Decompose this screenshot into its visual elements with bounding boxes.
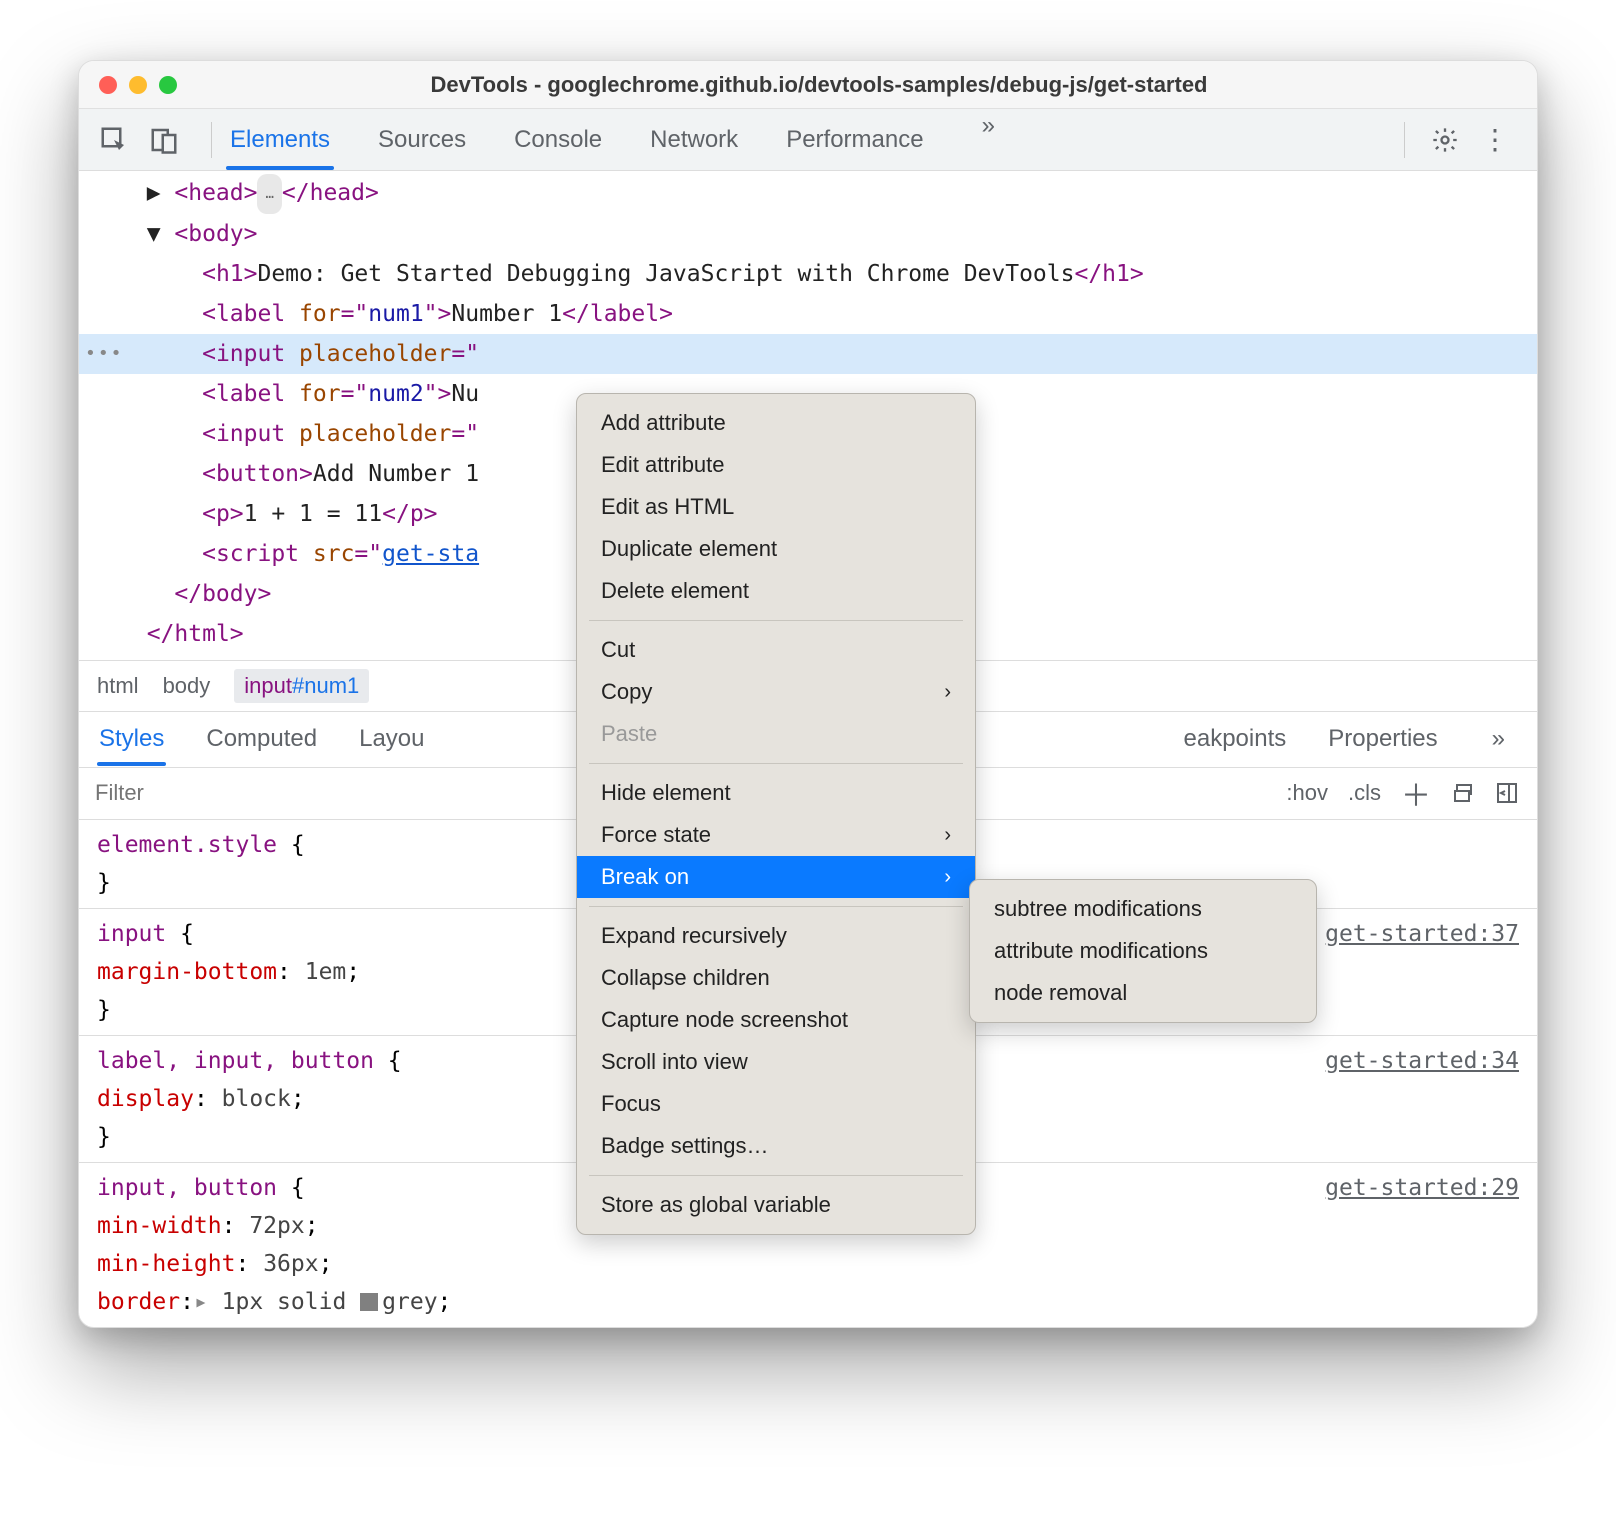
toolbar-separator-2 — [1404, 122, 1405, 158]
tab-console[interactable]: Console — [510, 112, 606, 168]
ctx-cut[interactable]: Cut — [577, 629, 975, 671]
ctx-separator — [589, 906, 963, 907]
ctx-expand[interactable]: Expand recursively — [577, 915, 975, 957]
more-options-icon[interactable]: ⋮ — [1471, 123, 1519, 156]
chevron-right-icon: › — [944, 866, 951, 889]
inspect-element-icon[interactable] — [97, 123, 131, 157]
tab-performance[interactable]: Performance — [782, 112, 927, 168]
dom-h1[interactable]: <h1>Demo: Get Started Debugging JavaScri… — [79, 254, 1537, 294]
ctx-store[interactable]: Store as global variable — [577, 1184, 975, 1226]
window-title: DevTools - googlechrome.github.io/devtoo… — [121, 72, 1517, 98]
ctx-separator — [589, 620, 963, 621]
ctx-separator — [589, 763, 963, 764]
chevron-right-icon: › — [944, 681, 951, 704]
ctx-focus[interactable]: Focus — [577, 1083, 975, 1125]
settings-icon[interactable] — [1431, 126, 1459, 154]
ctx-hide[interactable]: Hide element — [577, 772, 975, 814]
submenu-node-removal[interactable]: node removal — [970, 972, 1316, 1014]
more-subtabs-icon[interactable]: » — [1478, 725, 1519, 753]
breadcrumb-html[interactable]: html — [97, 673, 139, 699]
ctx-duplicate[interactable]: Duplicate element — [577, 528, 975, 570]
ctx-collapse[interactable]: Collapse children — [577, 957, 975, 999]
tab-elements[interactable]: Elements — [226, 112, 334, 168]
ctx-scroll[interactable]: Scroll into view — [577, 1041, 975, 1083]
titlebar: DevTools - googlechrome.github.io/devtoo… — [79, 61, 1537, 109]
breadcrumb-input[interactable]: input#num1 — [234, 669, 369, 703]
ctx-separator — [589, 1175, 963, 1176]
ctx-delete[interactable]: Delete element — [577, 570, 975, 612]
main-toolbar: Elements Sources Console Network Perform… — [79, 109, 1537, 171]
main-tabs: Elements Sources Console Network Perform… — [226, 112, 1390, 168]
dom-body-open[interactable]: ▼ <body> — [79, 214, 1537, 254]
ctx-paste: Paste — [577, 713, 975, 755]
ctx-edit-as-html[interactable]: Edit as HTML — [577, 486, 975, 528]
break-on-submenu: subtree modifications attribute modifica… — [969, 879, 1317, 1023]
breadcrumb-body[interactable]: body — [163, 673, 211, 699]
source-link[interactable]: get-started:37 — [1325, 915, 1519, 953]
dom-head[interactable]: ▶ <head>…</head> — [79, 173, 1537, 214]
toolbar-separator — [211, 122, 212, 158]
subtab-styles[interactable]: Styles — [97, 713, 166, 765]
computed-pane-icon[interactable] — [1495, 781, 1519, 805]
context-menu: Add attribute Edit attribute Edit as HTM… — [576, 393, 976, 1235]
tab-sources[interactable]: Sources — [374, 112, 470, 168]
close-window-button[interactable] — [99, 76, 117, 94]
hov-toggle[interactable]: :hov — [1286, 780, 1328, 806]
source-link[interactable]: get-started:34 — [1325, 1042, 1519, 1080]
subtab-breakpoints[interactable]: eakpoints — [1182, 713, 1289, 765]
submenu-attribute-modifications[interactable]: attribute modifications — [970, 930, 1316, 972]
subtab-properties[interactable]: Properties — [1326, 713, 1439, 765]
dom-input1-selected[interactable]: ••• <input placeholder=" — [79, 334, 1537, 374]
submenu-subtree-modifications[interactable]: subtree modifications — [970, 888, 1316, 930]
devtools-window: DevTools - googlechrome.github.io/devtoo… — [78, 60, 1538, 1328]
ctx-break-on[interactable]: Break on› — [577, 856, 975, 898]
source-link[interactable]: get-started:29 — [1325, 1169, 1519, 1207]
ctx-force-state[interactable]: Force state› — [577, 814, 975, 856]
cls-toggle[interactable]: .cls — [1348, 780, 1381, 806]
ctx-copy[interactable]: Copy› — [577, 671, 975, 713]
paint-flash-icon[interactable] — [1451, 781, 1475, 805]
device-toolbar-icon[interactable] — [147, 123, 181, 157]
dom-label1[interactable]: <label for="num1">Number 1</label> — [79, 294, 1537, 334]
selected-node-dots-icon[interactable]: ••• — [85, 334, 124, 374]
ctx-badge[interactable]: Badge settings… — [577, 1125, 975, 1167]
subtab-computed[interactable]: Computed — [204, 713, 319, 765]
ctx-add-attribute[interactable]: Add attribute — [577, 402, 975, 444]
tab-network[interactable]: Network — [646, 112, 742, 168]
ctx-capture[interactable]: Capture node screenshot — [577, 999, 975, 1041]
color-swatch-icon[interactable] — [360, 1293, 378, 1311]
subtab-layout[interactable]: Layou — [357, 713, 426, 765]
ctx-edit-attribute[interactable]: Edit attribute — [577, 444, 975, 486]
new-rule-icon[interactable]: ＋ — [1401, 771, 1431, 815]
chevron-right-icon: › — [944, 824, 951, 847]
more-tabs-icon[interactable]: » — [968, 112, 1009, 168]
